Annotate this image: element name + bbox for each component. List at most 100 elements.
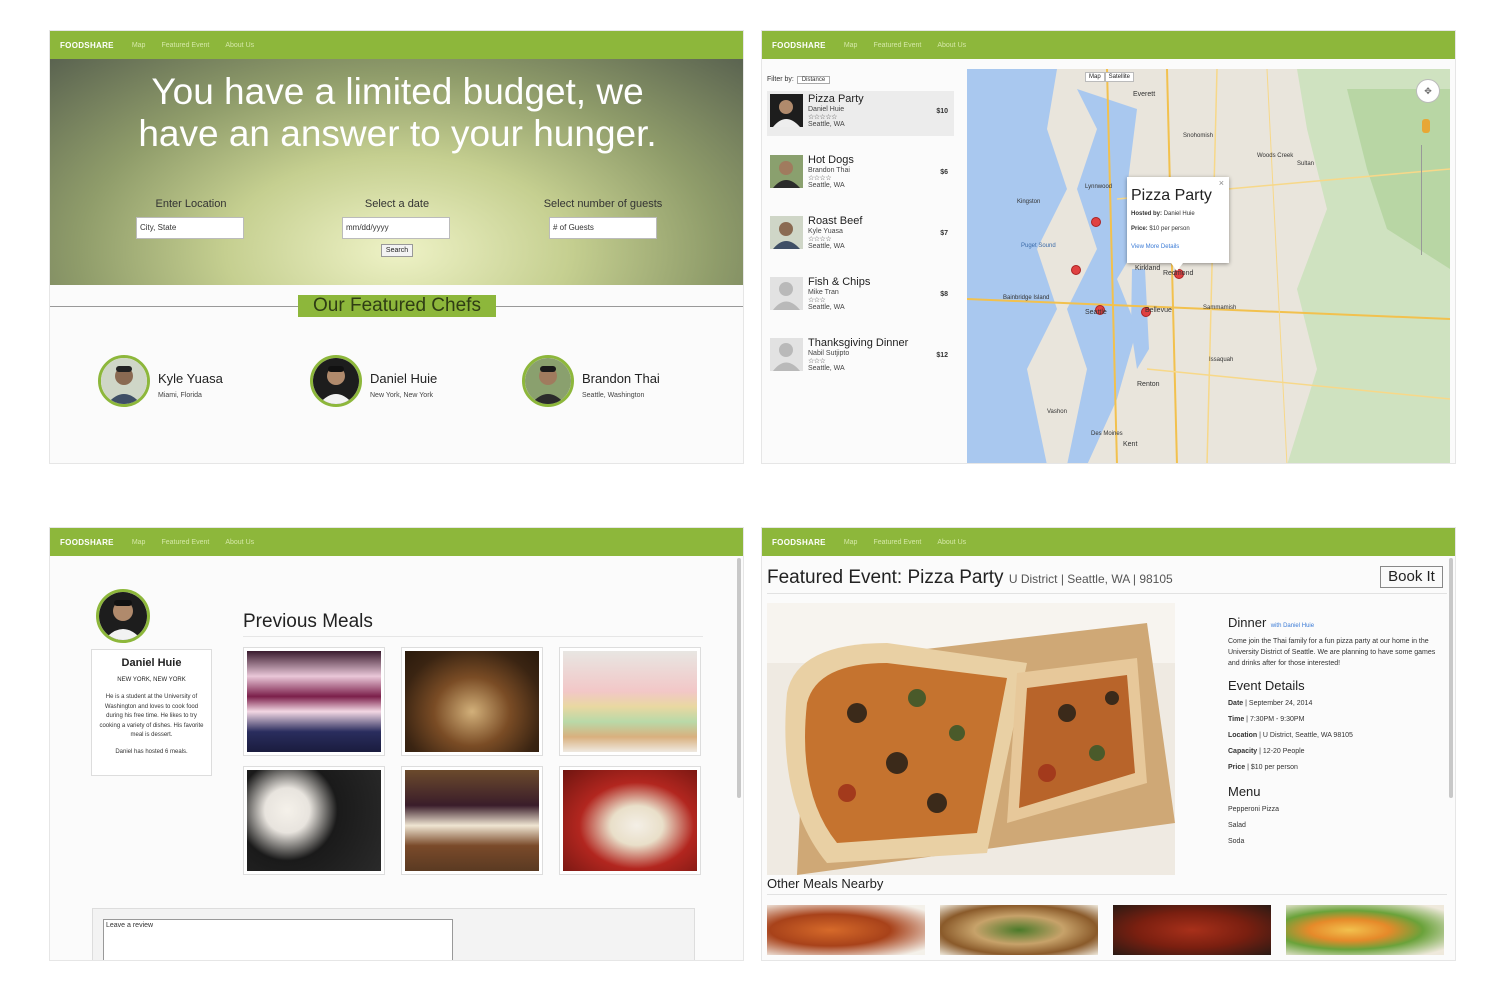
brand-logo[interactable]: FOODSHARE bbox=[60, 41, 114, 50]
nav-link-about-us[interactable]: About Us bbox=[937, 42, 966, 49]
other-meals-heading: Other Meals Nearby bbox=[767, 876, 884, 891]
chef-location: New York, New York bbox=[370, 392, 434, 399]
location-input[interactable]: City, State bbox=[136, 217, 244, 239]
meal-price: $7 bbox=[940, 230, 948, 237]
map-tab-satellite[interactable]: Satellite bbox=[1104, 72, 1135, 82]
nav-link-featured-event[interactable]: Featured Event bbox=[161, 539, 209, 546]
chef-name: Kyle Yuasa bbox=[158, 371, 223, 386]
meal-price: $8 bbox=[940, 291, 948, 298]
scrollbar[interactable] bbox=[737, 558, 741, 798]
chef-card[interactable]: Kyle Yuasa Miami, Florida bbox=[98, 355, 288, 411]
chef-card[interactable]: Brandon Thai Seattle, Washington bbox=[522, 355, 712, 411]
map-label: Kingston bbox=[1017, 199, 1041, 205]
chef-card[interactable]: Daniel Huie New York, New York bbox=[310, 355, 500, 411]
meal-list-item[interactable]: Fish & Chips Mike Tran ☆☆☆ Seattle, WA $… bbox=[767, 274, 954, 319]
nav-link-map[interactable]: Map bbox=[844, 42, 858, 49]
event-description: Come join the Thai family for a fun pizz… bbox=[1228, 638, 1436, 667]
nav-link-about-us[interactable]: About Us bbox=[225, 539, 254, 546]
avatar bbox=[96, 589, 150, 643]
date-label: Select a date bbox=[364, 198, 430, 210]
meal-title: Roast Beef bbox=[808, 215, 863, 227]
nav-link-about-us[interactable]: About Us bbox=[225, 42, 254, 49]
chef-name: Brandon Thai bbox=[582, 371, 660, 386]
review-textarea[interactable]: Leave a review bbox=[103, 919, 453, 960]
meal-list-item[interactable]: Thanksgiving Dinner Nabil Sutjipto ☆☆☆ S… bbox=[767, 335, 954, 380]
meal-list-item[interactable]: Roast Beef Kyle Yuasa ☆☆☆☆ Seattle, WA $… bbox=[767, 213, 954, 258]
detail-row: Capacity | 12-20 People bbox=[1228, 748, 1305, 755]
meal-photo[interactable] bbox=[559, 647, 701, 756]
map-label: Issaquah bbox=[1209, 357, 1234, 363]
view-more-details-link[interactable]: View More Details bbox=[1131, 244, 1179, 250]
top-nav: FOODSHARE Map Featured Event About Us bbox=[762, 528, 1455, 556]
meal-host: Kyle Yuasa bbox=[808, 228, 843, 235]
meal-list-item[interactable]: Pizza Party Daniel Huie ☆☆☆☆☆ Seattle, W… bbox=[767, 91, 954, 136]
featured-chefs-title: Our Featured Chefs bbox=[298, 295, 496, 317]
guests-input[interactable]: # of Guests bbox=[549, 217, 657, 239]
profile-card: Daniel Huie NEW YORK, NEW YORK He is a s… bbox=[91, 649, 212, 776]
menu-item: Salad bbox=[1228, 822, 1246, 829]
zoom-slider[interactable] bbox=[1421, 145, 1431, 255]
nav-link-map[interactable]: Map bbox=[132, 42, 146, 49]
previous-meals-title: Previous Meals bbox=[243, 611, 373, 632]
meal-list-item[interactable]: Hot Dogs Brandon Thai ☆☆☆☆ Seattle, WA $… bbox=[767, 152, 954, 197]
nearby-meal-photo[interactable] bbox=[1286, 905, 1444, 955]
top-nav: FOODSHARE Map Featured Event About Us bbox=[50, 31, 743, 59]
filter-label: Filter by: bbox=[767, 76, 794, 83]
info-price: Price: $10 per person bbox=[1131, 226, 1190, 232]
map-view[interactable]: Map Satellite ✥ Seattle Bellevue Kirklan… bbox=[967, 69, 1450, 463]
date-input[interactable]: mm/dd/yyyy bbox=[342, 217, 450, 239]
nearby-meal-photo[interactable] bbox=[940, 905, 1098, 955]
detail-row: Price | $10 per person bbox=[1228, 764, 1298, 771]
info-host: Hosted by: Daniel Huie bbox=[1131, 211, 1195, 217]
divider bbox=[243, 636, 703, 637]
map-marker[interactable] bbox=[1071, 265, 1081, 275]
dinner-heading: Dinner bbox=[1228, 615, 1267, 630]
meal-photo[interactable] bbox=[401, 766, 543, 875]
brand-logo[interactable]: FOODSHARE bbox=[772, 538, 826, 547]
nav-link-map[interactable]: Map bbox=[844, 539, 858, 546]
chef-name: Daniel Huie bbox=[370, 371, 438, 386]
meal-photo[interactable] bbox=[559, 766, 701, 875]
rating-stars: ☆☆☆ bbox=[808, 297, 826, 304]
nav-link-map[interactable]: Map bbox=[132, 539, 146, 546]
map-marker[interactable] bbox=[1091, 217, 1101, 227]
event-details-heading: Event Details bbox=[1228, 678, 1305, 693]
chef-location: Miami, Florida bbox=[158, 392, 202, 399]
host-link[interactable]: with Daniel Huie bbox=[1271, 623, 1314, 629]
meal-price: $10 bbox=[936, 108, 948, 115]
nav-link-featured-event[interactable]: Featured Event bbox=[873, 539, 921, 546]
brand-logo[interactable]: FOODSHARE bbox=[772, 41, 826, 50]
search-button[interactable]: Search bbox=[381, 244, 413, 257]
meal-photo[interactable] bbox=[401, 647, 543, 756]
street-view-icon[interactable] bbox=[1422, 119, 1430, 133]
divider bbox=[767, 894, 1447, 895]
avatar-placeholder-icon bbox=[770, 338, 803, 371]
meal-host: Mike Tran bbox=[808, 289, 839, 296]
profile-screen: FOODSHARE Map Featured Event About Us Da… bbox=[49, 527, 744, 961]
meal-photo[interactable] bbox=[243, 647, 385, 756]
filter-select[interactable]: Distance bbox=[796, 76, 831, 84]
meal-city: Seattle, WA bbox=[808, 304, 845, 311]
scrollbar[interactable] bbox=[1449, 558, 1453, 798]
nav-link-featured-event[interactable]: Featured Event bbox=[161, 42, 209, 49]
map-label: Lynnwood bbox=[1085, 184, 1113, 190]
map-label: Seattle bbox=[1085, 309, 1107, 316]
nearby-meal-photo[interactable] bbox=[1113, 905, 1271, 955]
map-tab-map[interactable]: Map bbox=[1085, 72, 1105, 82]
brand-logo[interactable]: FOODSHARE bbox=[60, 538, 114, 547]
nearby-meal-photo[interactable] bbox=[767, 905, 925, 955]
close-icon[interactable]: × bbox=[1219, 178, 1224, 188]
nav-link-about-us[interactable]: About Us bbox=[937, 539, 966, 546]
meal-title: Thanksgiving Dinner bbox=[808, 337, 909, 349]
meal-title: Fish & Chips bbox=[808, 276, 871, 288]
featured-event-screen: FOODSHARE Map Featured Event About Us Fe… bbox=[761, 527, 1456, 961]
avatar-placeholder-icon bbox=[770, 277, 803, 310]
nav-link-featured-event[interactable]: Featured Event bbox=[873, 42, 921, 49]
book-it-button[interactable]: Book It bbox=[1380, 566, 1443, 588]
map-label: Puget Sound bbox=[1021, 243, 1056, 249]
review-section: Leave a review bbox=[92, 908, 695, 960]
meal-price: $6 bbox=[940, 169, 948, 176]
pan-control-icon[interactable]: ✥ bbox=[1416, 79, 1440, 103]
avatar bbox=[770, 216, 803, 249]
meal-photo[interactable] bbox=[243, 766, 385, 875]
